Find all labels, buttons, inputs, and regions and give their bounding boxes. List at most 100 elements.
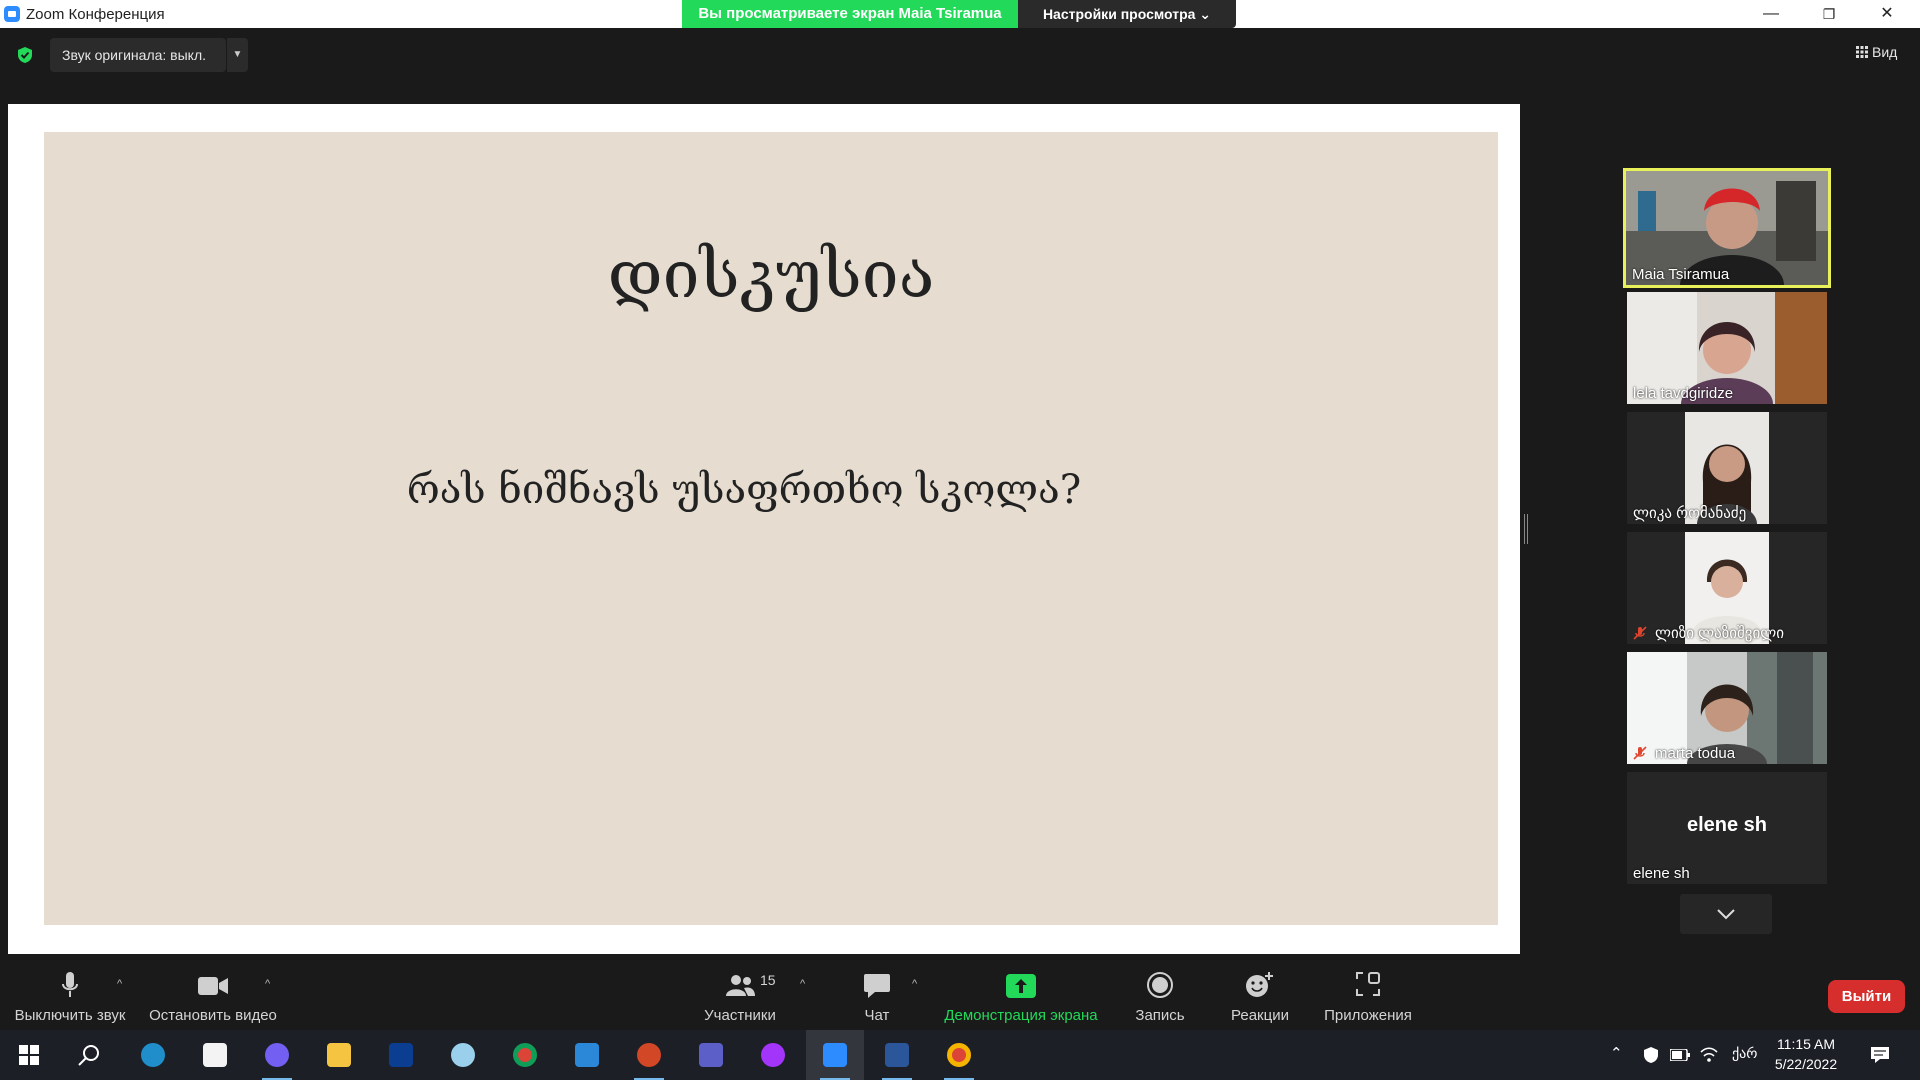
paint-icon <box>451 1043 475 1067</box>
apps-button[interactable]: Приложения <box>1318 960 1418 1030</box>
booking-icon <box>389 1043 413 1067</box>
meeting-controls-bar: Выключить звук ^ Остановить видео ^ 15 У… <box>0 960 1920 1030</box>
participant-placeholder-name: elene sh <box>1686 814 1768 836</box>
taskbar-messenger[interactable] <box>744 1030 802 1080</box>
taskbar-booking[interactable] <box>372 1030 430 1080</box>
record-label: Запись <box>1135 1007 1185 1024</box>
taskbar-chrome-2[interactable] <box>930 1030 988 1080</box>
defender-shield-icon[interactable] <box>1642 1046 1660 1064</box>
record-button[interactable]: Запись <box>1130 960 1190 1030</box>
panel-splitter-handle[interactable] <box>1524 514 1528 544</box>
windows-taskbar <box>0 1030 1920 1080</box>
folder-icon <box>327 1043 351 1067</box>
video-options-caret[interactable]: ^ <box>265 978 270 990</box>
taskbar-edge[interactable] <box>124 1030 182 1080</box>
store-icon <box>203 1043 227 1067</box>
original-sound-button[interactable]: Звук оригинала: выкл. <box>50 38 226 72</box>
participant-name: Maia Tsiramua <box>1632 266 1730 283</box>
apps-label: Приложения <box>1324 1007 1412 1024</box>
record-icon <box>1147 972 1173 998</box>
original-sound-dropdown[interactable]: ▼ <box>226 38 248 72</box>
video-tile[interactable]: elene sh elene sh <box>1627 772 1827 884</box>
video-tile[interactable]: lela tavdgiridze <box>1627 292 1827 404</box>
video-tile[interactable]: ლიკა რომანაძე <box>1627 412 1827 524</box>
battery-icon[interactable] <box>1670 1049 1690 1061</box>
video-tile[interactable]: Maia Tsiramua <box>1623 168 1831 288</box>
video-tile[interactable]: ლიზი ლაზიშვილი <box>1627 532 1827 644</box>
taskbar-word[interactable] <box>868 1030 926 1080</box>
notifications-icon[interactable] <box>1870 1046 1890 1064</box>
audio-options-caret[interactable]: ^ <box>117 978 122 990</box>
clock-date: 5/22/2022 <box>1774 1056 1838 1072</box>
taskbar-explorer[interactable] <box>310 1030 368 1080</box>
edge-icon <box>141 1043 165 1067</box>
minimize-button[interactable]: — <box>1748 0 1794 28</box>
view-options-button[interactable]: Настройки просмотра ⌄ <box>1018 0 1236 28</box>
share-screen-icon <box>1006 974 1036 998</box>
reactions-button[interactable]: Реакции <box>1228 960 1292 1030</box>
taskbar-paint[interactable] <box>434 1030 492 1080</box>
window-title: Zoom Конференция <box>26 6 165 23</box>
participant-name: marta todua <box>1655 745 1736 762</box>
zoom-app-icon <box>4 6 20 22</box>
viber-icon <box>265 1043 289 1067</box>
slide-question: რას ნიშნავს უსაფრთხო სკოლა? <box>406 467 1082 513</box>
taskbar-powerpoint[interactable] <box>620 1030 678 1080</box>
chat-bubble-icon <box>864 974 890 998</box>
teams-icon <box>699 1043 723 1067</box>
muted-mic-icon <box>1633 626 1647 640</box>
mute-button[interactable]: Выключить звук <box>10 960 130 1030</box>
show-hidden-icons-chevron[interactable]: ⌃ <box>1610 1044 1623 1062</box>
participants-count: 15 <box>760 972 776 988</box>
taskbar-chrome[interactable] <box>496 1030 554 1080</box>
view-button[interactable]: Вид <box>1850 40 1906 64</box>
participant-name: lela tavdgiridze <box>1633 385 1734 402</box>
clock-time: 11:15 AM <box>1776 1036 1836 1052</box>
participants-options-caret[interactable]: ^ <box>800 978 805 990</box>
search-button[interactable] <box>60 1030 118 1080</box>
participant-name: ლიკა რომანაძე <box>1633 505 1747 522</box>
input-language-indicator[interactable]: ქარ <box>1732 1045 1757 1062</box>
close-button[interactable]: ✕ <box>1864 0 1910 28</box>
participants-label: Участники <box>704 1007 776 1024</box>
taskbar-mail[interactable] <box>558 1030 616 1080</box>
chat-button[interactable]: Чат <box>852 960 902 1030</box>
participant-name: ლიზი ლაზიშვილი <box>1655 625 1784 642</box>
messenger-icon <box>761 1043 785 1067</box>
chevron-down-icon <box>1717 909 1735 920</box>
view-label: Вид <box>1872 44 1898 60</box>
taskbar-zoom[interactable] <box>806 1030 864 1080</box>
wifi-icon[interactable] <box>1700 1047 1718 1063</box>
muted-mic-icon <box>1633 746 1647 760</box>
stop-video-button[interactable]: Остановить видео <box>146 960 280 1030</box>
microphone-icon <box>62 972 78 997</box>
gallery-next-page-button[interactable] <box>1680 894 1772 934</box>
powerpoint-icon <box>637 1043 661 1067</box>
leave-meeting-button[interactable]: Выйти <box>1828 980 1905 1013</box>
encryption-shield-icon[interactable] <box>16 46 34 64</box>
zoom-icon <box>823 1043 847 1067</box>
mail-icon <box>575 1043 599 1067</box>
restore-button[interactable]: ❐ <box>1806 0 1852 28</box>
slide-title: დისკუსია <box>607 236 935 313</box>
taskbar-viber[interactable] <box>248 1030 306 1080</box>
chat-label: Чат <box>864 1007 890 1024</box>
taskbar-clock[interactable]: 11:15 AM 5/22/2022 <box>1764 1034 1848 1074</box>
video-camera-icon <box>198 977 228 995</box>
word-icon <box>885 1043 909 1067</box>
chrome-icon <box>513 1043 537 1067</box>
chat-options-caret[interactable]: ^ <box>912 978 917 990</box>
participants-icon <box>726 975 755 996</box>
taskbar-store[interactable] <box>186 1030 244 1080</box>
share-screen-button[interactable]: Демонстрация экрана <box>940 960 1102 1030</box>
taskbar-teams[interactable] <box>682 1030 740 1080</box>
participants-button[interactable]: 15 Участники <box>698 960 782 1030</box>
start-button[interactable] <box>0 1030 58 1080</box>
chrome-icon <box>947 1043 971 1067</box>
reactions-label: Реакции <box>1231 1007 1289 1024</box>
stop-video-label: Остановить видео <box>149 1007 277 1024</box>
presentation-slide: დისკუსია რას ნიშნავს უსაფრთხო სკოლა? <box>44 132 1498 925</box>
video-tile[interactable]: marta todua <box>1627 652 1827 764</box>
shared-screen: დისკუსია რას ნიშნავს უსაფრთხო სკოლა? <box>8 104 1520 954</box>
search-icon <box>78 1045 99 1066</box>
